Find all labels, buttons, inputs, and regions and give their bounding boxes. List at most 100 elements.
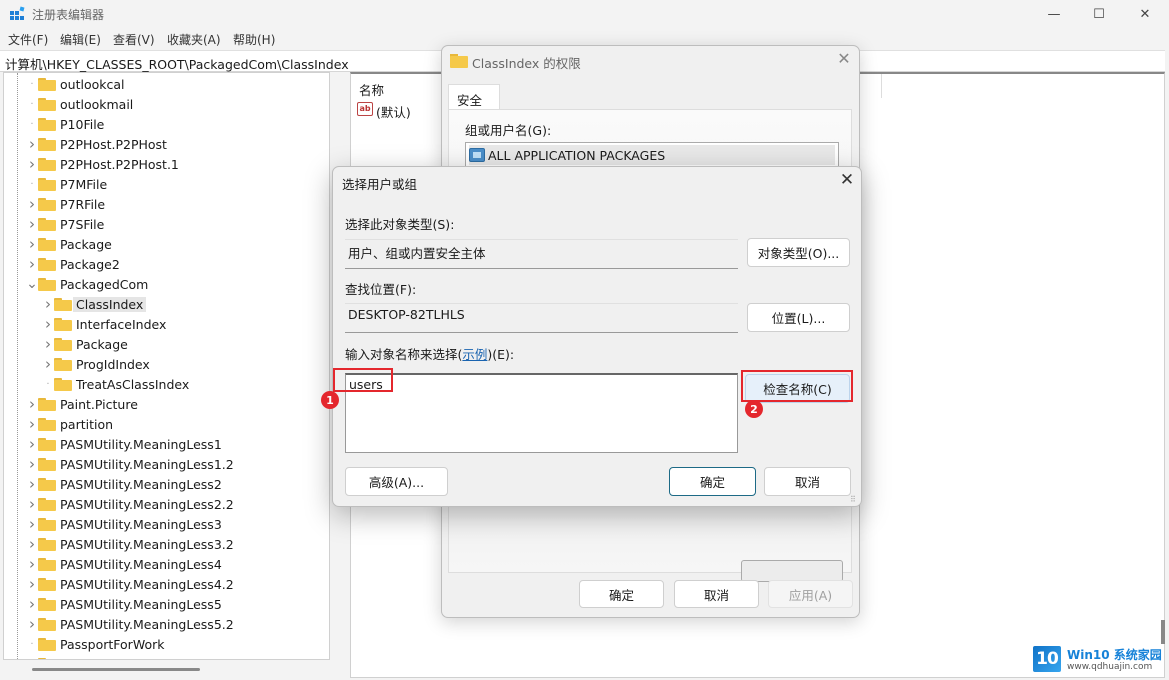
- chevron-right-icon[interactable]: ›: [42, 334, 54, 354]
- chevron-right-icon[interactable]: ›: [42, 354, 54, 374]
- select-users-dialog: 选择用户或组 ✕ 选择此对象类型(S): 用户、组或内置安全主体 对象类型(O)…: [332, 166, 862, 507]
- menu-view[interactable]: 查看(V): [113, 31, 155, 48]
- tree-item[interactable]: › P2PHost.P2PHost.1: [26, 154, 179, 174]
- menu-edit[interactable]: 编辑(E): [60, 31, 101, 48]
- folder-icon: [38, 437, 56, 451]
- examples-link[interactable]: 示例: [462, 347, 487, 362]
- permissions-close-button[interactable]: ✕: [832, 49, 856, 71]
- tree-item[interactable]: › ClassIndex: [42, 294, 147, 314]
- tree-horizontal-scrollbar[interactable]: [4, 660, 330, 678]
- chevron-right-icon[interactable]: ›: [26, 234, 38, 254]
- value-row-default[interactable]: (默认): [376, 102, 411, 121]
- object-types-button[interactable]: 对象类型(O)...: [747, 238, 850, 267]
- folder-icon: [38, 217, 56, 231]
- address-path[interactable]: 计算机\HKEY_CLASSES_ROOT\PackagedCom\ClassI…: [5, 54, 349, 73]
- tab-security[interactable]: 安全: [448, 84, 500, 110]
- resize-grip-icon[interactable]: ⠿: [850, 495, 860, 505]
- locations-button[interactable]: 位置(L)...: [747, 303, 850, 332]
- tree-item[interactable]: › Package2: [26, 254, 120, 274]
- ok-button[interactable]: 确定: [669, 467, 756, 496]
- select-dialog-close-button[interactable]: ✕: [834, 170, 860, 194]
- chevron-right-icon[interactable]: ›: [26, 594, 38, 614]
- location-field: DESKTOP-82TLHLS: [345, 303, 738, 333]
- tree-item[interactable]: › PASMUtility.MeaningLess4: [26, 554, 222, 574]
- menu-file[interactable]: 文件(F): [8, 31, 48, 48]
- chevron-right-icon[interactable]: ›: [26, 434, 38, 454]
- tree-item[interactable]: · PassportForWork: [26, 634, 164, 654]
- tree-item[interactable]: › Package: [26, 234, 112, 254]
- tree-item[interactable]: › partition: [26, 414, 113, 434]
- chevron-right-icon[interactable]: ›: [26, 554, 38, 574]
- chevron-right-icon[interactable]: ›: [26, 454, 38, 474]
- tree-item[interactable]: › PASMUtility.MeaningLess4.2: [26, 574, 234, 594]
- chevron-down-icon[interactable]: ⌄: [26, 274, 38, 294]
- tree-item[interactable]: › PASMUtility.MeaningLess2.2: [26, 494, 234, 514]
- folder-icon: [38, 597, 56, 611]
- tree-item-label: P10File: [60, 116, 105, 132]
- maximize-button[interactable]: ☐: [1076, 0, 1122, 28]
- chevron-right-icon[interactable]: ›: [42, 294, 54, 314]
- scrollbar-thumb[interactable]: [32, 668, 200, 671]
- tree-item[interactable]: · outlookmail: [26, 94, 133, 114]
- permissions-advanced-button[interactable]: [741, 560, 843, 582]
- permissions-cancel-button[interactable]: 取消: [674, 580, 759, 608]
- tree-item[interactable]: › P2PHost.P2PHost: [26, 134, 167, 154]
- tree-item[interactable]: › ProgIdIndex: [42, 354, 150, 374]
- permissions-apply-button[interactable]: 应用(A): [768, 580, 853, 608]
- close-button[interactable]: ✕: [1122, 0, 1168, 28]
- column-divider[interactable]: [881, 74, 882, 98]
- chevron-right-icon[interactable]: ›: [26, 414, 38, 434]
- advanced-button[interactable]: 高级(A)...: [345, 467, 448, 496]
- menu-favorites[interactable]: 收藏夹(A): [167, 31, 221, 48]
- chevron-right-icon[interactable]: ›: [42, 314, 54, 334]
- registry-tree[interactable]: · outlookcal · outlookmail · P10File › P2PHost.…: [3, 72, 330, 660]
- tree-item[interactable]: · P10File: [26, 114, 104, 134]
- tree-item[interactable]: · outlookcal: [26, 74, 124, 94]
- chevron-right-icon[interactable]: ›: [26, 514, 38, 534]
- tree-item[interactable]: › PASMUtility.MeaningLess5: [26, 594, 222, 614]
- folder-icon: [38, 417, 56, 431]
- chevron-right-icon[interactable]: ›: [26, 214, 38, 234]
- cancel-button[interactable]: 取消: [764, 467, 851, 496]
- tree-item[interactable]: › PASMUtility.MeaningLess3.2: [26, 534, 234, 554]
- regedit-app-icon: [10, 6, 25, 20]
- tree-item[interactable]: › P7SFile: [26, 214, 104, 234]
- chevron-right-icon[interactable]: ›: [26, 614, 38, 634]
- chevron-right-icon[interactable]: ›: [26, 154, 38, 174]
- menu-help[interactable]: 帮助(H): [233, 31, 275, 48]
- object-names-input[interactable]: users: [345, 373, 738, 453]
- tree-item-label: ProgIdIndex: [76, 356, 150, 372]
- tree-item-label: PASMUtility.MeaningLess1: [60, 436, 222, 452]
- chevron-right-icon[interactable]: ›: [26, 394, 38, 414]
- tree-item-label: PASMUtility.MeaningLess5.2: [60, 616, 234, 632]
- watermark-title: Win10 系统家园: [1067, 648, 1162, 662]
- chevron-right-icon[interactable]: ›: [26, 494, 38, 514]
- chevron-right-icon[interactable]: ›: [26, 254, 38, 274]
- tree-item[interactable]: › Paint.Picture: [26, 394, 138, 414]
- folder-icon: [38, 397, 56, 411]
- chevron-right-icon[interactable]: ›: [26, 194, 38, 214]
- tree-item[interactable]: › PASMUtility.MeaningLess3: [26, 514, 222, 534]
- folder-icon: [38, 237, 56, 251]
- tree-item[interactable]: · P7MFile: [26, 174, 107, 194]
- tree-item[interactable]: › InterfaceIndex: [42, 314, 166, 334]
- tree-item[interactable]: › P7RFile: [26, 194, 105, 214]
- folder-icon: [38, 137, 56, 151]
- chevron-right-icon[interactable]: ›: [26, 574, 38, 594]
- chevron-right-icon[interactable]: ›: [26, 474, 38, 494]
- tree-item[interactable]: › PASMUtility.MeaningLess2: [26, 474, 222, 494]
- column-header-name[interactable]: 名称: [359, 80, 384, 99]
- tree-item[interactable]: › PASMUtility.MeaningLess1: [26, 434, 222, 454]
- watermark-url: www.qdhuajin.com: [1067, 662, 1153, 672]
- tree-item[interactable]: ⌄ PackagedCom: [26, 274, 148, 294]
- tree-item[interactable]: · TreatAsClassIndex: [42, 374, 189, 394]
- chevron-right-icon[interactable]: ›: [26, 134, 38, 154]
- list-item[interactable]: ALL APPLICATION PACKAGES: [469, 145, 835, 165]
- tree-item[interactable]: › PASMUtility.MeaningLess5.2: [26, 614, 234, 634]
- permissions-ok-button[interactable]: 确定: [579, 580, 664, 608]
- tree-item-label: P7SFile: [60, 216, 105, 232]
- tree-item[interactable]: › Package: [42, 334, 128, 354]
- chevron-right-icon[interactable]: ›: [26, 534, 38, 554]
- tree-item[interactable]: › PASMUtility.MeaningLess1.2: [26, 454, 234, 474]
- minimize-button[interactable]: —: [1031, 0, 1077, 28]
